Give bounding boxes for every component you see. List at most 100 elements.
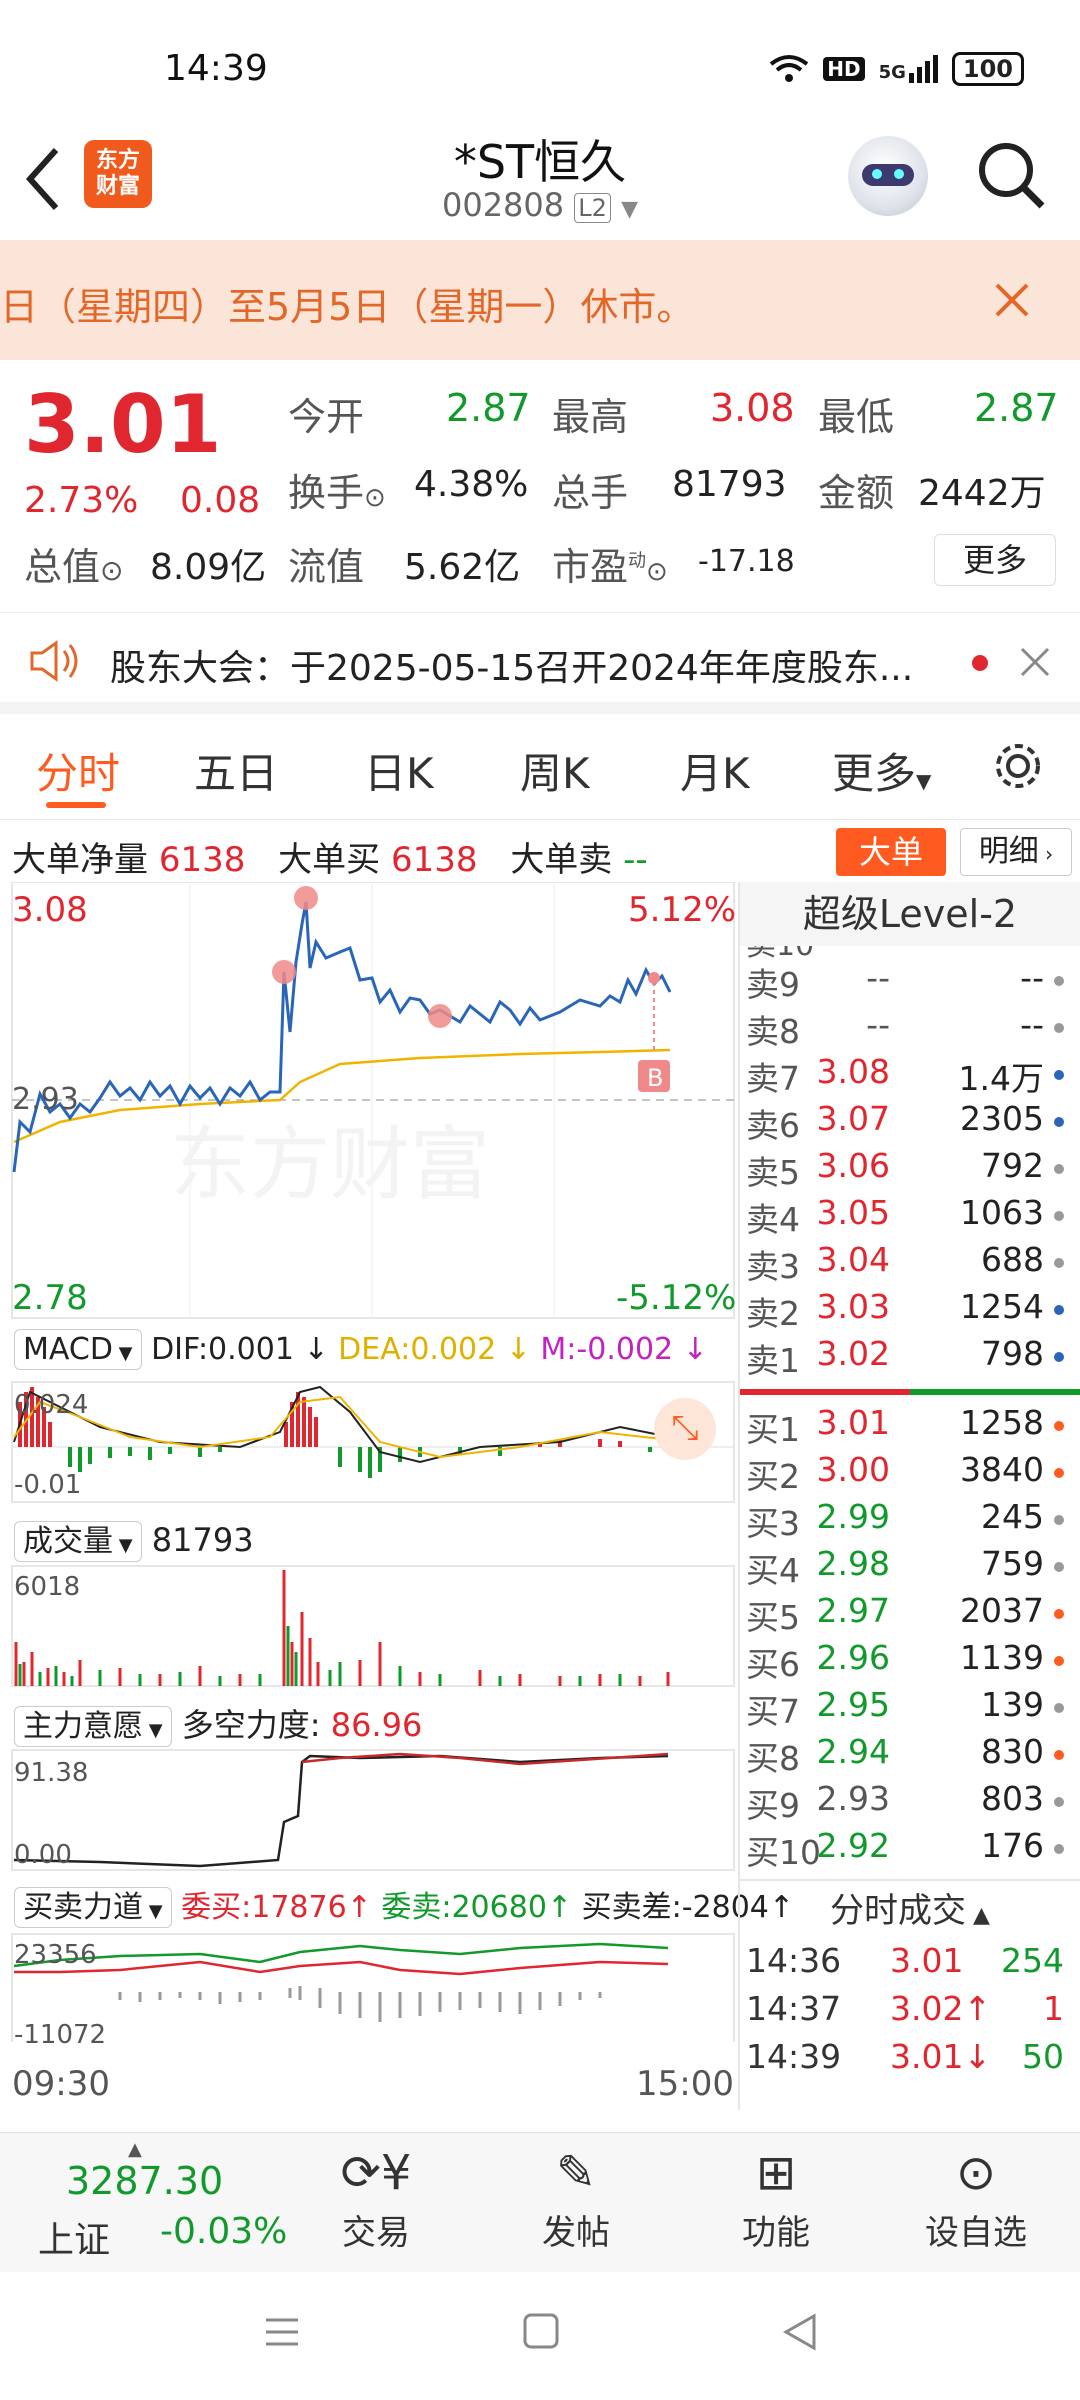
bid-dot <box>1054 1515 1064 1525</box>
index-widget[interactable]: ▲ 3287.30 上证 -0.03% <box>0 2133 287 2273</box>
amount-value: 2442万 <box>918 473 1046 514</box>
tab-daily-k[interactable]: 日K <box>364 740 434 801</box>
svg-text:B: B <box>647 1064 663 1092</box>
bid-price: 2.96 <box>816 1638 890 1677</box>
amount-label: 金额 <box>818 471 895 515</box>
ask-row[interactable]: 卖5 3.06 792 <box>740 1146 1070 1193</box>
pe-value: -17.18 <box>698 544 795 579</box>
force-top-label: 23356 <box>14 1940 97 1970</box>
bid-row[interactable]: 买3 2.99 245 <box>740 1497 1070 1544</box>
bid-volume: 1139 <box>960 1638 1044 1677</box>
bid-row[interactable]: 买1 3.01 1258 <box>740 1403 1070 1450</box>
ask-volume: 798 <box>981 1334 1044 1373</box>
bid-level: 买2 <box>746 1457 800 1496</box>
big-order-button[interactable]: 大单 <box>836 828 946 876</box>
ask-row[interactable]: 卖2 3.03 1254 <box>740 1287 1070 1334</box>
bid-row[interactable]: 买5 2.97 2037 <box>740 1591 1070 1638</box>
ask-volume: 2305 <box>960 1099 1044 1138</box>
ask-level: 卖1 <box>746 1341 800 1380</box>
trade-button[interactable]: ⟳¥ 交易 <box>296 2133 456 2254</box>
ask-row[interactable]: 卖7 3.08 1.4万 <box>740 1052 1070 1099</box>
ask-level: 卖3 <box>746 1247 800 1286</box>
bid-row[interactable]: 买7 2.95 139 <box>740 1685 1070 1732</box>
tab-monthly-k[interactable]: 月K <box>680 740 750 801</box>
expand-icon[interactable]: ⤡ <box>654 1398 716 1460</box>
ask-level: 卖7 <box>746 1059 800 1098</box>
battery-icon: 100 <box>951 52 1024 86</box>
ask-row[interactable]: 卖9 -- -- <box>740 958 1070 1005</box>
bid-row[interactable]: 买8 2.94 830 <box>740 1732 1070 1779</box>
function-button[interactable]: ⊞ 功能 <box>696 2133 856 2254</box>
ask-level: 卖2 <box>746 1294 800 1333</box>
tab-weekly-k[interactable]: 周K <box>520 740 590 801</box>
tick-volume: 254 <box>1001 1941 1064 1980</box>
gear-icon[interactable] <box>990 738 1046 794</box>
home-icon[interactable] <box>522 2312 560 2350</box>
network-type: 5G <box>878 62 906 83</box>
macd-dea: DEA:0.002 <box>338 1332 497 1367</box>
chart-canvas[interactable]: 东方财富 B <box>0 882 740 2042</box>
bid-row[interactable]: 买9 2.93 803 <box>740 1779 1070 1826</box>
volume-value: 81793 <box>672 464 787 505</box>
macd-top-label: 0.024 <box>14 1390 89 1420</box>
detail-button[interactable]: 明细 › <box>960 828 1072 876</box>
search-icon[interactable] <box>974 138 1050 214</box>
bid-row[interactable]: 买4 2.98 759 <box>740 1544 1070 1591</box>
ask-row[interactable]: 卖4 3.05 1063 <box>740 1193 1070 1240</box>
ask-price: 3.07 <box>816 1099 890 1138</box>
ask-row[interactable]: 卖3 3.04 688 <box>740 1240 1070 1287</box>
ask-price: 3.03 <box>816 1287 890 1326</box>
index-name: 上证 <box>38 2220 111 2261</box>
force-selector[interactable]: 买卖力道 ▼ <box>14 1887 172 1928</box>
watermark: 东方财富 <box>170 1118 490 1211</box>
ask-level: 卖5 <box>746 1153 800 1192</box>
close-icon[interactable] <box>994 282 1030 318</box>
x-start-label: 09:30 <box>12 2064 110 2104</box>
ask-price: 3.08 <box>816 1052 890 1091</box>
tab-intraday[interactable]: 分时 <box>36 740 120 801</box>
ask-level: 卖6 <box>746 1106 800 1145</box>
market-closure-notice[interactable]: 日（星期四）至5月5日（星期一）休市。 <box>0 240 1080 360</box>
bid-row[interactable]: 买10 2.92 176 <box>740 1826 1070 1873</box>
tab-more[interactable]: 更多▼ <box>832 740 931 801</box>
menu-icon[interactable] <box>262 2312 302 2352</box>
tab-5day[interactable]: 五日 <box>194 740 278 801</box>
bid-price: 2.93 <box>816 1779 890 1818</box>
back-nav-icon[interactable] <box>780 2312 820 2352</box>
ask-row[interactable]: 卖6 3.07 2305 <box>740 1099 1070 1146</box>
tick-row: 14:37 3.02↑ 1 <box>740 1989 1070 2037</box>
meeting-text: 股东大会：于2025-05-15召开2024年年度股东... <box>110 648 914 689</box>
main-force-selector[interactable]: 主力意愿 ▼ <box>14 1706 172 1747</box>
x-end-label: 15:00 <box>636 2064 734 2104</box>
pe-label: 市盈动⊙ <box>552 545 668 589</box>
bid-row[interactable]: 买2 3.00 3840 <box>740 1450 1070 1497</box>
macd-selector[interactable]: MACD ▼ <box>14 1329 142 1370</box>
bid-row[interactable]: 买6 2.96 1139 <box>740 1638 1070 1685</box>
ask-dot <box>1054 1305 1064 1315</box>
main-force-bottom-label: 0.00 <box>14 1840 72 1870</box>
speaker-icon <box>30 640 78 682</box>
bid-volume: 1258 <box>960 1403 1044 1442</box>
add-watchlist-button[interactable]: ⊙ 设自选 <box>896 2133 1056 2254</box>
volume-selector[interactable]: 成交量 ▼ <box>14 1521 142 1562</box>
main-force-top-label: 91.38 <box>14 1758 89 1788</box>
order-book-title: 超级Level-2 <box>740 882 1080 946</box>
ask-row[interactable]: 卖1 3.02 798 <box>740 1334 1070 1381</box>
book-divider <box>740 1389 1080 1395</box>
ask-level: 卖4 <box>746 1200 800 1239</box>
stock-header: 东方 财富 *ST恒久 002808 L2 ▼ <box>0 120 1080 240</box>
ask-row[interactable]: 卖8 -- -- <box>740 1005 1070 1052</box>
shareholder-meeting-bar[interactable]: 股东大会：于2025-05-15召开2024年年度股东... <box>0 612 1080 714</box>
quote-panel: 3.01 2.73% 0.08 总值⊙ 8.09亿 今开 2.87 最高 3.0… <box>0 360 1080 610</box>
order-book[interactable]: 超级Level-2 卖10 卖9 -- -- 卖8 -- -- 卖7 3.08 1.4万卖6 3.… <box>738 882 1080 2110</box>
post-button[interactable]: ✎ 发帖 <box>496 2133 656 2254</box>
close-icon[interactable] <box>1020 647 1050 677</box>
bid-level: 买1 <box>746 1410 800 1449</box>
bid-price: 2.99 <box>816 1497 890 1536</box>
more-button[interactable]: 更多 <box>934 534 1056 586</box>
force-bottom-label: -11072 <box>14 2020 107 2050</box>
ticks-title[interactable]: 分时成交 ▲ <box>740 1879 1080 1941</box>
robot-assistant-icon[interactable] <box>848 136 928 216</box>
tick-time: 14:36 <box>746 1941 842 1980</box>
volume-top-label: 6018 <box>14 1572 81 1602</box>
